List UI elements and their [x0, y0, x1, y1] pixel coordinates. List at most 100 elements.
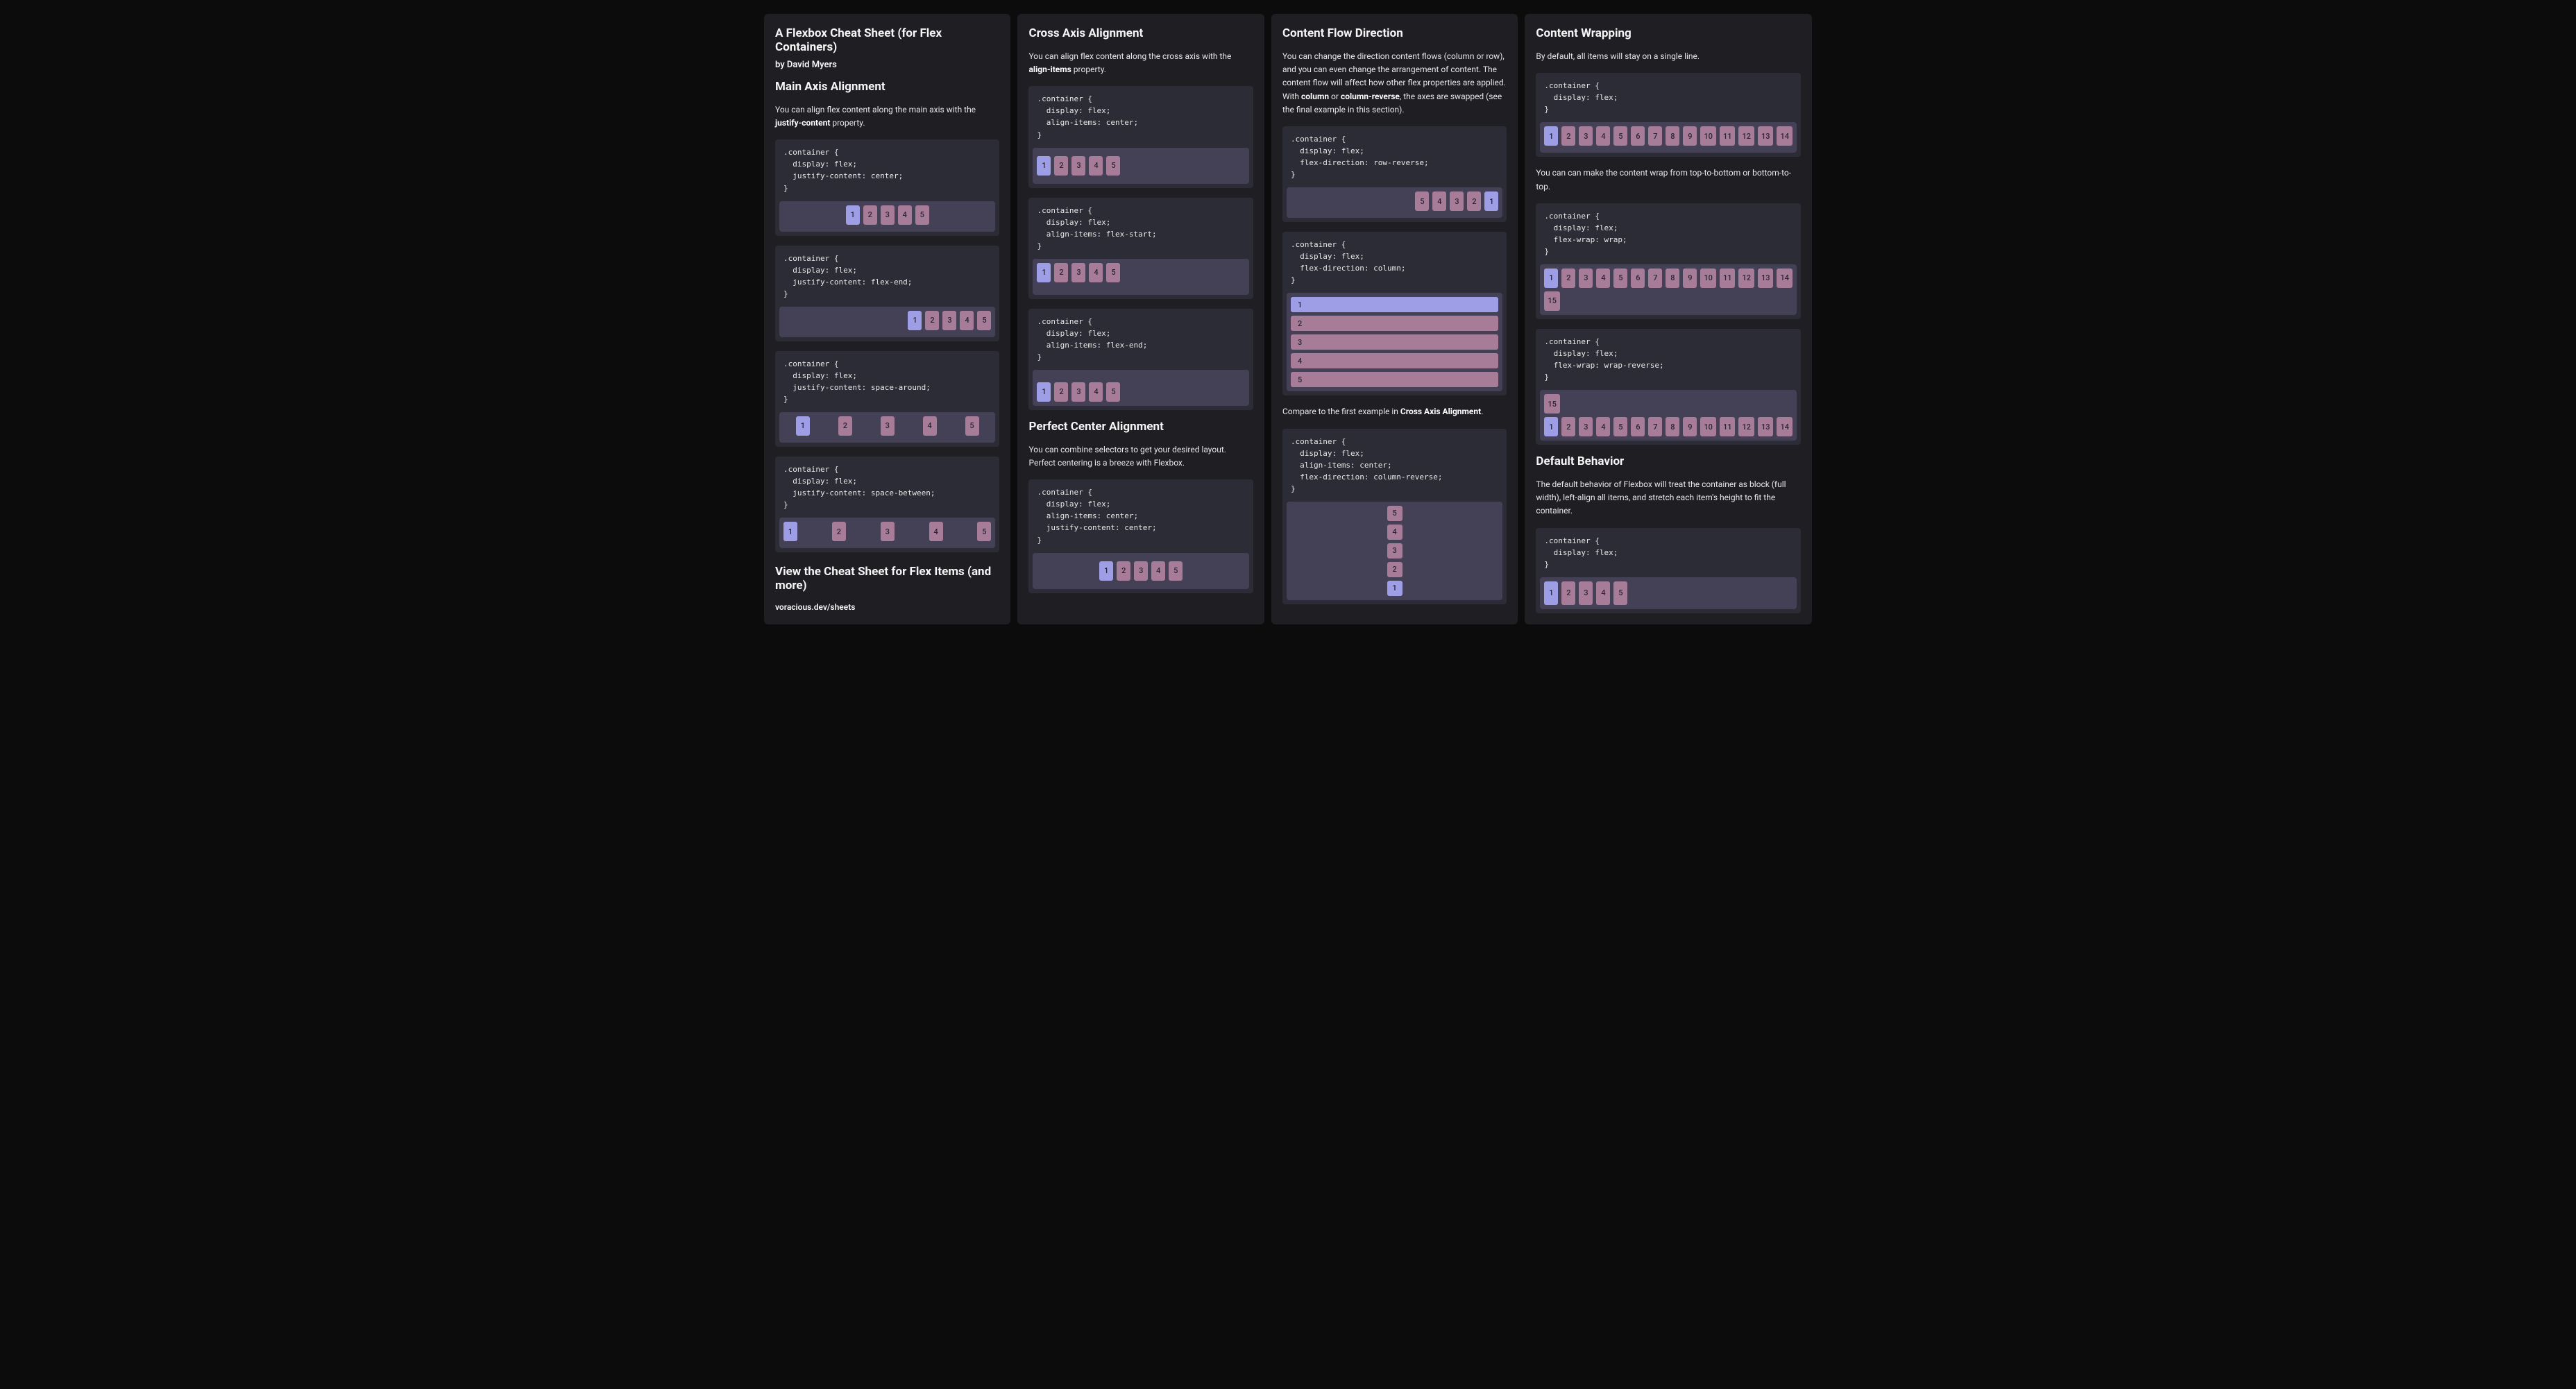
- demo-box: 1: [1387, 581, 1403, 596]
- demo-box: 11: [1720, 126, 1736, 146]
- example-wrap-reverse: .container { display: flex; flex-wrap: w…: [1536, 329, 1801, 445]
- demo-box: 1: [796, 416, 810, 436]
- code-block: .container { display: flex; justify-cont…: [775, 351, 999, 412]
- heading-more-sheets: View the Cheat Sheet for Flex Items (and…: [775, 565, 999, 593]
- demo-box: 4: [1387, 525, 1403, 540]
- column-main-axis: A Flexbox Cheat Sheet (for Flex Containe…: [764, 14, 1010, 624]
- demo-box: 3: [881, 522, 895, 541]
- demo-box: 13: [1758, 126, 1774, 146]
- demo-box: 5: [1291, 372, 1498, 387]
- example-align-center: .container { display: flex; align-items:…: [1028, 86, 1253, 187]
- page-title: A Flexbox Cheat Sheet (for Flex Containe…: [775, 26, 999, 54]
- demo-box: 12: [1738, 269, 1754, 288]
- heading-cross-axis: Cross Axis Alignment: [1028, 26, 1253, 40]
- demo-box: 2: [925, 311, 939, 330]
- demo-box: 3: [1579, 417, 1593, 436]
- demo-box: 3: [881, 416, 895, 436]
- demo-box: 4: [1089, 156, 1103, 176]
- demo-box: 1: [1544, 581, 1558, 605]
- demo-box: 3: [1134, 561, 1148, 581]
- code-block: .container { display: flex; align-items:…: [1028, 309, 1253, 370]
- demo-box: 1: [1484, 191, 1498, 211]
- heading-default-behavior: Default Behavior: [1536, 454, 1801, 468]
- example-column-reverse: .container { display: flex; align-items:…: [1282, 429, 1507, 604]
- demo-box: 9: [1683, 269, 1697, 288]
- demo-box: 2: [1054, 382, 1068, 402]
- demo-box: 9: [1683, 417, 1697, 436]
- demo-box: 5: [915, 205, 929, 225]
- demo-box: 4: [898, 205, 912, 225]
- demo-box: 2: [1561, 581, 1575, 605]
- demo-box: 1: [1544, 269, 1558, 288]
- demo-box: 5: [1613, 269, 1627, 288]
- demo-nowrap: 1234567891011121314: [1540, 122, 1797, 153]
- demo-box: 5: [1106, 382, 1120, 402]
- intro-default-behavior: The default behavior of Flexbox will tre…: [1536, 478, 1801, 518]
- demo-column-reverse: 12345: [1287, 502, 1502, 600]
- demo-box: 5: [1169, 561, 1183, 581]
- demo-box: 5: [1106, 263, 1120, 282]
- demo-box: 8: [1666, 417, 1679, 436]
- demo-box: 4: [960, 311, 974, 330]
- example-justify-end: .container { display: flex; justify-cont…: [775, 246, 999, 341]
- example-align-start: .container { display: flex; align-items:…: [1028, 198, 1253, 299]
- code-block: .container { display: flex; justify-cont…: [775, 139, 999, 201]
- demo-box: 6: [1631, 126, 1645, 146]
- code-block: .container { display: flex; flex-wrap: w…: [1536, 329, 1801, 390]
- demo-box: 14: [1777, 417, 1793, 436]
- heading-flow-direction: Content Flow Direction: [1282, 26, 1507, 40]
- demo-box: 3: [1579, 581, 1593, 605]
- demo-box: 3: [1071, 156, 1085, 176]
- demo-box: 1: [1037, 382, 1051, 402]
- byline: by David Myers: [775, 60, 999, 70]
- demo-box: 5: [1613, 581, 1627, 605]
- demo-box: 1: [1099, 561, 1113, 581]
- demo-box: 1: [1037, 156, 1051, 176]
- demo-box: 7: [1648, 126, 1662, 146]
- demo-box: 3: [1071, 263, 1085, 282]
- demo-box: 2: [863, 205, 877, 225]
- code-block: .container { display: flex; }: [1536, 73, 1801, 122]
- demo-box: 4: [923, 416, 937, 436]
- demo-box: 3: [1071, 382, 1085, 402]
- demo-box: 9: [1683, 126, 1697, 146]
- demo-box: 4: [1291, 353, 1498, 368]
- demo-box: 14: [1777, 269, 1793, 288]
- demo-justify-between: 12345: [779, 518, 995, 548]
- demo-default: 12345: [1540, 577, 1797, 609]
- demo-box: 2: [1467, 191, 1481, 211]
- example-perfect-center: .container { display: flex; align-items:…: [1028, 479, 1253, 593]
- demo-box: 3: [1450, 191, 1464, 211]
- example-justify-around: .container { display: flex; justify-cont…: [775, 351, 999, 447]
- heading-wrapping: Content Wrapping: [1536, 26, 1801, 40]
- demo-box: 4: [1596, 581, 1610, 605]
- demo-row-reverse: 12345: [1287, 187, 1502, 218]
- demo-box: 13: [1758, 269, 1774, 288]
- demo-box: 11: [1720, 269, 1736, 288]
- demo-box: 15: [1544, 394, 1560, 414]
- demo-box: 2: [838, 416, 852, 436]
- intro-main-axis: You can align flex content along the mai…: [775, 103, 999, 130]
- link-sheets-url[interactable]: voracious.dev/sheets: [775, 602, 999, 612]
- demo-justify-around: 12345: [779, 412, 995, 443]
- code-block: .container { display: flex; align-items:…: [1282, 429, 1507, 502]
- demo-box: 2: [1561, 269, 1575, 288]
- demo-box: 2: [1561, 126, 1575, 146]
- demo-justify-center: 12345: [779, 201, 995, 232]
- example-wrap: .container { display: flex; flex-wrap: w…: [1536, 203, 1801, 319]
- example-justify-between: .container { display: flex; justify-cont…: [775, 457, 999, 552]
- demo-box: 15: [1544, 291, 1560, 311]
- example-row-reverse: .container { display: flex; flex-directi…: [1282, 126, 1507, 222]
- demo-box: 14: [1777, 126, 1793, 146]
- code-block: .container { display: flex; flex-wrap: w…: [1536, 203, 1801, 264]
- demo-box: 2: [1054, 263, 1068, 282]
- demo-box: 4: [1089, 382, 1103, 402]
- demo-align-start: 12345: [1033, 259, 1248, 295]
- cheat-sheet-page: A Flexbox Cheat Sheet (for Flex Containe…: [764, 14, 1812, 624]
- demo-box: 5: [1106, 156, 1120, 176]
- intro-flow-direction: You can change the direction content flo…: [1282, 50, 1507, 117]
- intro-cross-axis: You can align flex content along the cro…: [1028, 50, 1253, 76]
- demo-box: 3: [942, 311, 956, 330]
- heading-main-axis: Main Axis Alignment: [775, 80, 999, 94]
- demo-box: 1: [783, 522, 797, 541]
